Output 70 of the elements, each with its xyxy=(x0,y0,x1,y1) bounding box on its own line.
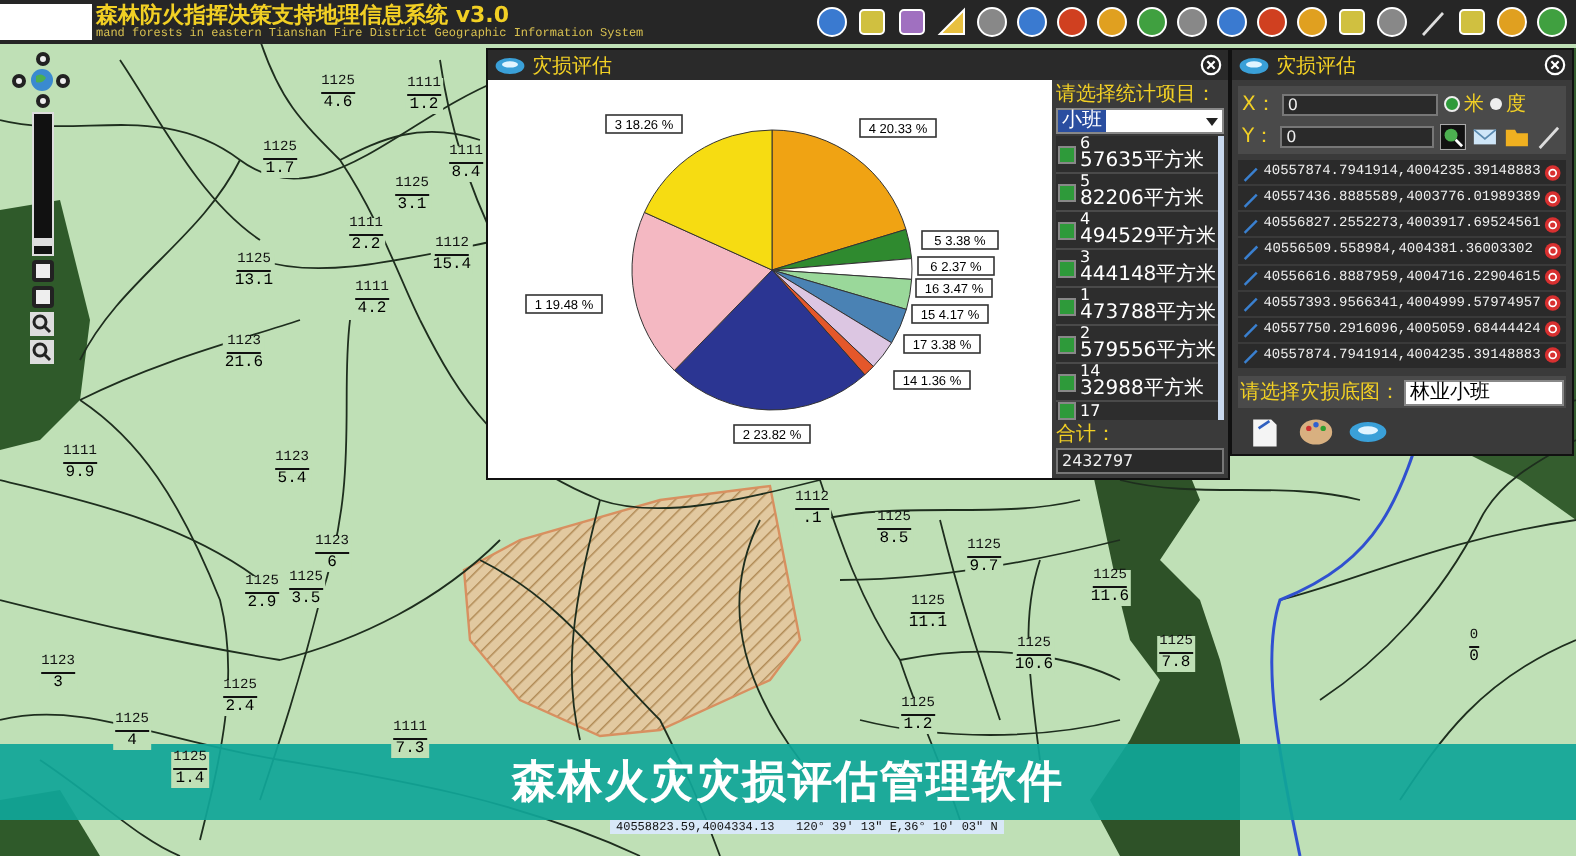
window-title: 灾损评估 xyxy=(532,53,612,79)
checkbox[interactable] xyxy=(1058,145,1076,163)
round-tool-icon[interactable] xyxy=(1176,6,1208,38)
basemap-dropdown[interactable]: 林业小班 xyxy=(1404,379,1564,405)
stat-item[interactable]: 2 579556平方米 xyxy=(1056,326,1219,362)
square-tool-icon[interactable] xyxy=(1336,6,1368,38)
radio-dot[interactable] xyxy=(1489,98,1502,110)
stat-item[interactable]: 1 473788平方米 xyxy=(1056,288,1219,324)
round-tool-icon[interactable] xyxy=(1376,6,1408,38)
banner-text: 森林火灾灾损评估管理软件 xyxy=(512,755,1064,812)
slider-thumb[interactable] xyxy=(33,237,51,246)
stat-item[interactable]: 3 444148平方米 xyxy=(1056,250,1219,286)
caret-icon xyxy=(1206,117,1218,125)
y-field[interactable]: 0 xyxy=(1280,125,1435,147)
checkbox[interactable] xyxy=(1058,221,1076,239)
palette-icon[interactable] xyxy=(1296,414,1336,450)
search-icon[interactable] xyxy=(30,312,54,336)
ruler-icon[interactable] xyxy=(936,6,968,38)
square-tool-icon[interactable] xyxy=(856,6,888,38)
close-icon[interactable] xyxy=(1200,54,1222,76)
pencil-icon[interactable] xyxy=(1536,123,1563,149)
pencil-icon[interactable] xyxy=(1416,6,1448,38)
round-tool-icon[interactable] xyxy=(1536,6,1568,38)
zoom-out-button[interactable] xyxy=(31,286,53,308)
search-icon[interactable] xyxy=(1440,123,1467,149)
round-tool-icon[interactable] xyxy=(976,6,1008,38)
zoom-in-button[interactable] xyxy=(31,260,53,282)
round-tool-icon[interactable] xyxy=(1096,6,1128,38)
y-label: Y： xyxy=(1242,124,1275,150)
round-tool-icon[interactable] xyxy=(1216,6,1248,38)
checkbox[interactable] xyxy=(1058,335,1076,353)
x-label: X： xyxy=(1242,92,1276,118)
radio-dot[interactable] xyxy=(1443,96,1460,112)
stat-item[interactable]: 4 494529平方米 xyxy=(1056,212,1219,248)
stat-item[interactable]: 6 57635平方米 xyxy=(1056,136,1219,172)
round-tool-icon[interactable] xyxy=(1496,6,1528,38)
basemap-label: 请选择灾损底图： xyxy=(1240,379,1400,406)
zoom-slider[interactable] xyxy=(31,112,53,256)
square-tool-icon[interactable] xyxy=(1456,6,1488,38)
round-tool-icon[interactable] xyxy=(1136,6,1168,38)
checkbox[interactable] xyxy=(1058,373,1076,391)
window-title: 灾损评估 xyxy=(1276,53,1356,79)
disc-icon xyxy=(1238,55,1270,75)
round-tool-icon[interactable] xyxy=(1296,6,1328,38)
unit-radio[interactable]: 度 xyxy=(1489,90,1526,118)
round-tool-icon[interactable] xyxy=(816,6,848,38)
logo-placeholder xyxy=(0,4,92,40)
search-icon[interactable] xyxy=(30,340,54,364)
stat-item[interactable]: 14 32988平方米 xyxy=(1056,364,1219,400)
round-tool-icon[interactable] xyxy=(1056,6,1088,38)
round-tool-icon[interactable] xyxy=(1016,6,1048,38)
checkbox[interactable] xyxy=(1058,183,1076,201)
checkbox[interactable] xyxy=(1058,259,1076,277)
app-title: 森林防火指挥决策支持地理信息系统 v3.0 xyxy=(96,4,511,26)
checkbox[interactable] xyxy=(1058,297,1076,315)
stat-item[interactable]: 5 82206平方米 xyxy=(1056,174,1219,210)
checkbox[interactable] xyxy=(1058,402,1076,420)
total-field: 2432797 xyxy=(1056,448,1224,474)
total-label: 合计： xyxy=(1056,424,1118,446)
unit-radio[interactable]: 米 xyxy=(1443,90,1484,118)
stat-item[interactable]: 17 xyxy=(1056,402,1219,420)
x-field[interactable]: 0 xyxy=(1281,93,1438,115)
disc-icon xyxy=(494,55,526,75)
envelope-icon[interactable] xyxy=(1472,123,1499,149)
close-icon[interactable] xyxy=(1544,54,1566,76)
scrollbar[interactable] xyxy=(1218,136,1224,420)
square-tool-icon[interactable] xyxy=(896,6,928,38)
stat-label: 请选择统计项目： xyxy=(1056,84,1218,106)
round-tool-icon[interactable] xyxy=(1256,6,1288,38)
stat-dropdown[interactable]: 小班 xyxy=(1056,108,1224,134)
